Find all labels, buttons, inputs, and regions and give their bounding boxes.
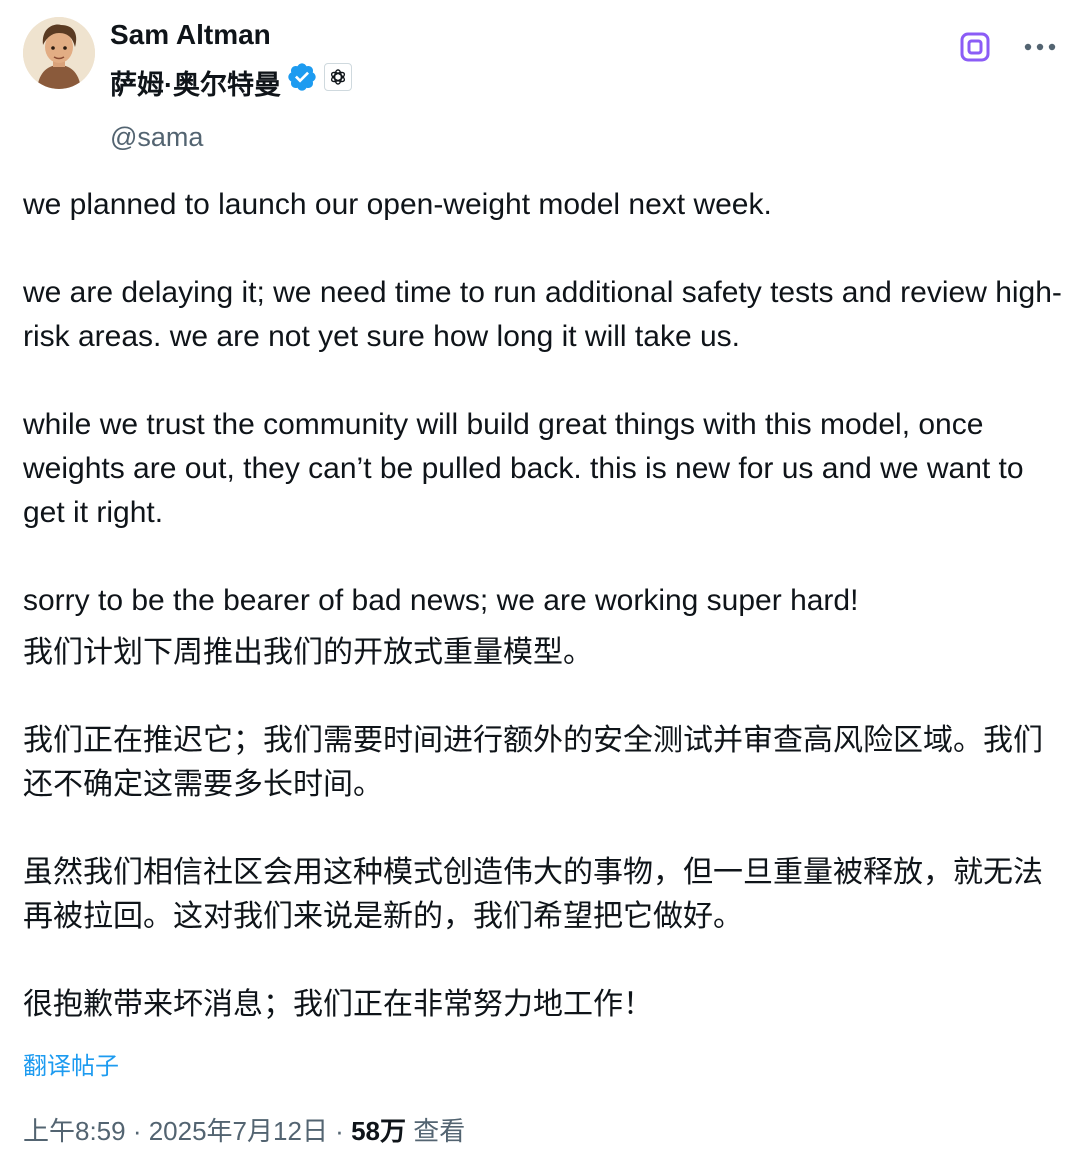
tweet: Sam Altman 萨姆·奥尔特曼 @sama we planned to l… (0, 0, 1080, 1157)
author-name-line: 萨姆·奥尔特曼 (110, 61, 352, 106)
more-options-button[interactable] (1020, 32, 1060, 62)
author-cn-name[interactable]: 萨姆·奥尔特曼 (110, 67, 281, 103)
meta-separator: · (327, 1116, 352, 1146)
tweet-text-english: we planned to launch our open-weight mod… (23, 188, 1062, 617)
tweet-text-chinese: 我们计划下周推出我们的开放式重量模型。 我们正在推迟它；我们需要时间进行额外的安… (23, 636, 1043, 1021)
author-block: Sam Altman 萨姆·奥尔特曼 (110, 18, 352, 106)
openai-logo-icon[interactable] (324, 63, 352, 91)
avatar[interactable] (23, 17, 95, 89)
grok-button[interactable] (957, 29, 993, 65)
avatar-illustration (23, 17, 95, 89)
view-label: 查看 (405, 1116, 466, 1146)
post-date[interactable]: 2025年7月12日 (149, 1116, 328, 1146)
meta-separator: · (125, 1116, 149, 1146)
author-handle[interactable]: @sama (110, 120, 203, 154)
view-count: 58万 (351, 1116, 406, 1146)
translate-post-link[interactable]: 翻译帖子 (23, 1051, 119, 1083)
grok-icon (960, 32, 990, 62)
more-horizontal-icon (1024, 43, 1056, 51)
tweet-body: we planned to launch our open-weight mod… (23, 183, 1063, 1027)
post-time[interactable]: 上午8:59 (23, 1116, 126, 1146)
author-display-name[interactable]: Sam Altman (110, 18, 352, 52)
verified-badge-icon[interactable] (286, 61, 318, 93)
tweet-meta: 上午8:59 · 2025年7月12日 · 58万 查看 (23, 1114, 465, 1148)
